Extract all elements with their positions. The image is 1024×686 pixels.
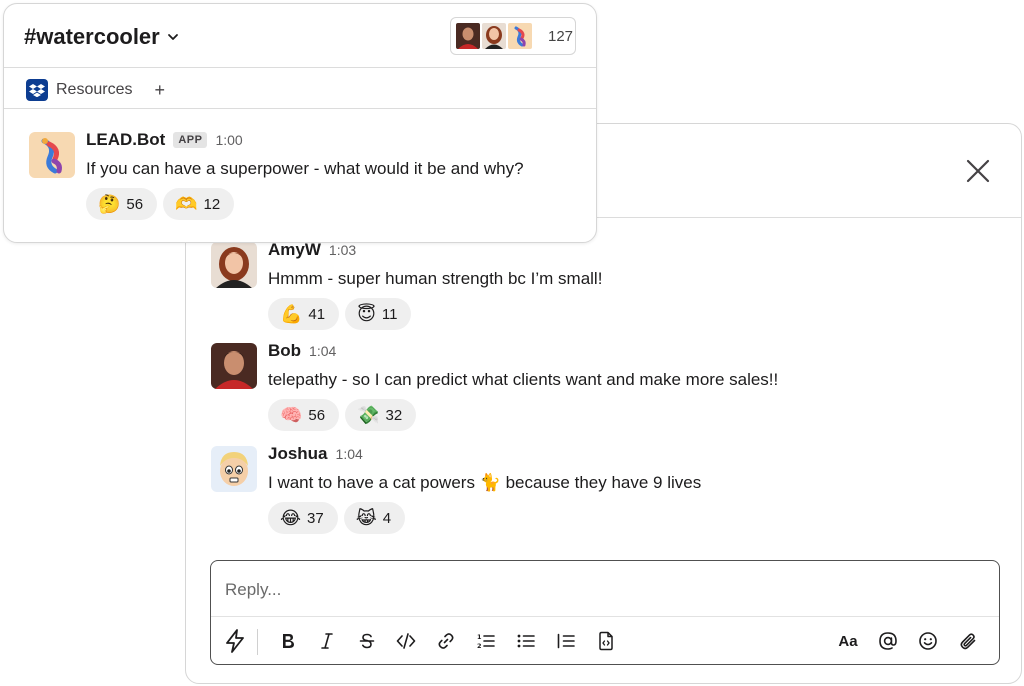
heart-hands-emoji: 🫶 <box>175 194 198 214</box>
avatar[interactable] <box>211 343 257 389</box>
brain-emoji: 🧠 <box>280 405 303 425</box>
avatar[interactable] <box>211 242 257 288</box>
halo-emoji: 😇 <box>357 304 376 324</box>
message-text: Hmmm - super human strength bc I’m small… <box>268 269 603 288</box>
reactions: 😂 37 😹 4 <box>268 502 701 534</box>
avatar[interactable] <box>211 446 257 492</box>
italic-icon[interactable] <box>313 627 341 655</box>
reactions: 🧠 56 💸 32 <box>268 399 778 431</box>
code-icon[interactable] <box>392 627 420 655</box>
author-name[interactable]: Joshua <box>268 444 328 464</box>
reaction-joy-cat[interactable]: 😹 4 <box>343 502 406 534</box>
shortcuts-icon[interactable] <box>221 627 249 655</box>
reaction-count: 4 <box>382 509 392 527</box>
blockquote-icon[interactable] <box>552 627 580 655</box>
reaction-heart-hands[interactable]: 🫶 12 <box>163 188 235 220</box>
timestamp[interactable]: 1:00 <box>215 132 242 148</box>
message-text-part: because they have 9 lives <box>505 473 702 492</box>
reactions: 🤔 56 🫶 12 <box>86 188 524 220</box>
code-block-icon[interactable] <box>592 627 620 655</box>
reaction-count: 41 <box>308 305 326 323</box>
reaction-halo[interactable]: 😇 11 <box>345 298 412 330</box>
add-bookmark-button[interactable]: + <box>154 80 165 101</box>
channel-card: #watercooler 127 Resources + LEAD.Bot AP… <box>3 3 597 243</box>
attach-icon[interactable] <box>954 627 982 655</box>
reaction-count: 37 <box>307 509 324 527</box>
joy-cat-emoji: 😹 <box>355 508 377 528</box>
message-text: If you can have a superpower - what woul… <box>86 159 524 178</box>
reply-composer: 12 Aa <box>210 560 1000 665</box>
reaction-count: 56 <box>126 195 144 213</box>
reaction-count: 32 <box>385 406 403 424</box>
reaction-money-wings[interactable]: 💸 32 <box>345 399 417 431</box>
money-with-wings-emoji: 💸 <box>357 405 380 425</box>
reaction-thinking[interactable]: 🤔 56 <box>86 188 158 220</box>
reaction-flexed-biceps[interactable]: 💪 41 <box>268 298 340 330</box>
timestamp[interactable]: 1:04 <box>309 343 336 359</box>
thinking-emoji: 🤔 <box>98 194 121 214</box>
composer-toolbar: 12 Aa <box>211 617 999 665</box>
flexed-biceps-emoji: 💪 <box>280 304 303 324</box>
emoji-icon[interactable] <box>914 627 942 655</box>
bulleted-list-icon[interactable] <box>512 627 540 655</box>
message-text-part: I want to have a cat powers <box>268 473 475 492</box>
bold-icon[interactable] <box>274 627 302 655</box>
joy-emoji: 😂 <box>280 508 302 528</box>
reaction-count: 12 <box>203 195 221 213</box>
app-badge: APP <box>173 132 208 148</box>
bookmarks-bar: Resources + <box>26 77 165 103</box>
bookmarks-divider <box>4 108 596 109</box>
reaction-count: 11 <box>381 305 398 323</box>
member-count: 127 <box>548 27 574 45</box>
link-icon[interactable] <box>432 627 460 655</box>
reply-input[interactable] <box>225 575 965 605</box>
reaction-brain[interactable]: 🧠 56 <box>268 399 340 431</box>
message-text: telepathy - so I can predict what client… <box>268 370 779 389</box>
toolbar-separator <box>257 629 258 655</box>
timestamp[interactable]: 1:03 <box>329 242 356 258</box>
reactions: 💪 41 😇 11 <box>268 298 602 330</box>
dropbox-icon <box>26 79 48 101</box>
formatting-icon[interactable]: Aa <box>834 627 862 655</box>
avatar[interactable] <box>29 132 75 178</box>
close-icon[interactable] <box>965 158 991 184</box>
author-name[interactable]: AmyW <box>268 240 321 260</box>
reaction-joy[interactable]: 😂 37 <box>268 502 338 534</box>
author-name[interactable]: Bob <box>268 341 301 361</box>
bookmark-resources[interactable]: Resources <box>56 81 132 99</box>
avatar <box>480 21 508 51</box>
channel-name: #watercooler <box>24 24 160 49</box>
avatar <box>506 21 534 51</box>
reaction-count: 56 <box>308 406 326 424</box>
svg-text:1: 1 <box>477 633 482 641</box>
header-divider <box>4 67 596 68</box>
chevron-down-icon <box>167 34 178 40</box>
ordered-list-icon[interactable]: 12 <box>472 627 500 655</box>
avatar <box>454 21 482 51</box>
message-text: I want to have a cat powers 🐈 because th… <box>268 470 701 496</box>
cat-emoji: 🐈 <box>479 473 501 492</box>
author-name[interactable]: LEAD.Bot <box>86 130 165 150</box>
channel-name-button[interactable]: #watercooler <box>24 24 180 50</box>
mention-icon[interactable] <box>874 627 902 655</box>
member-list-button[interactable]: 127 <box>450 17 576 55</box>
strikethrough-icon[interactable] <box>353 627 381 655</box>
timestamp[interactable]: 1:04 <box>336 446 363 462</box>
svg-text:2: 2 <box>477 642 482 650</box>
